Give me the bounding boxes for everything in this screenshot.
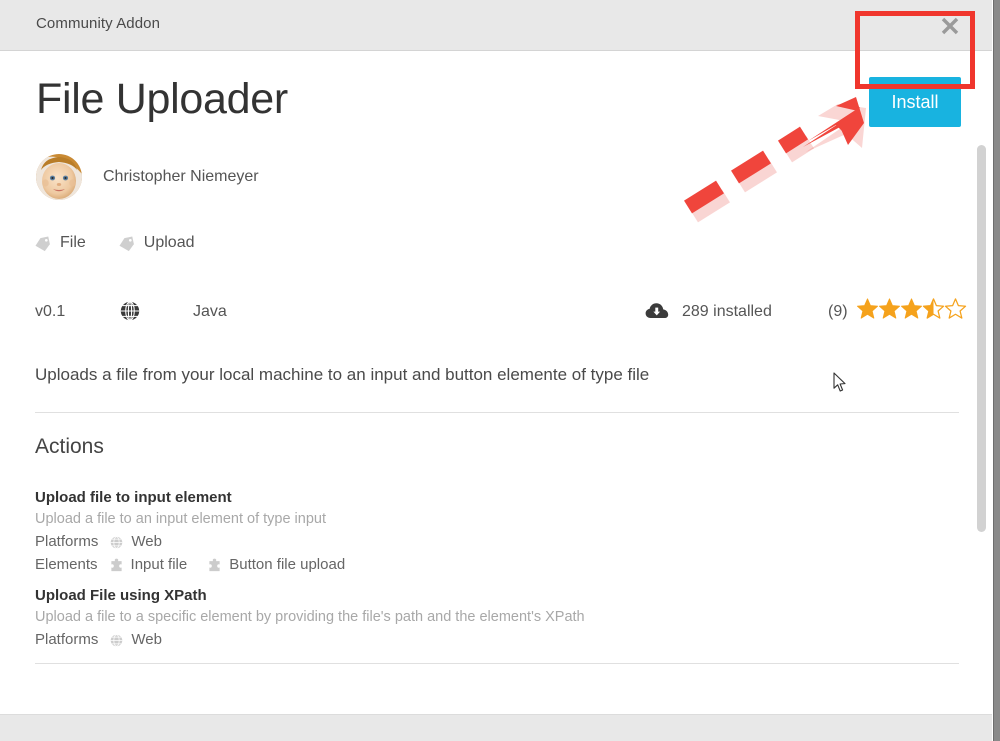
window-right-border — [993, 0, 1000, 741]
puzzle-piece-icon — [109, 557, 124, 572]
attribute-items: Web — [109, 531, 182, 553]
element-button-file-upload: Button file upload — [207, 554, 345, 576]
rating-count: (9) — [828, 303, 848, 320]
globe-icon — [109, 632, 124, 648]
star-icon-half — [922, 297, 945, 320]
star-icon-full — [856, 297, 879, 320]
version-label: v0.1 — [35, 303, 66, 320]
addon-description: Uploads a file from your local machine t… — [35, 365, 650, 384]
dialog-footer — [0, 714, 994, 741]
globe-icon — [109, 534, 124, 549]
attribute-label: Input file — [130, 555, 188, 573]
star-icon-full — [878, 297, 901, 320]
install-button-wrapper: Install — [869, 77, 961, 127]
tag-file[interactable]: File — [34, 234, 86, 252]
action-platforms-row: Platforms Web — [35, 531, 955, 553]
addon-detail-content: File Uploader Install Christopher Niemey… — [0, 52, 994, 714]
star-icon-empty — [944, 297, 967, 320]
author-name: Christopher Niemeyer — [103, 168, 259, 185]
action-item: Upload file to input element Upload a fi… — [35, 487, 955, 575]
tag-list: File Upload — [34, 234, 226, 252]
platform-web: Web — [109, 629, 162, 651]
platform-web: Web — [109, 531, 162, 553]
dialog-title: Community Addon — [36, 15, 161, 32]
action-item: Upload File using XPath Upload a file to… — [35, 585, 955, 651]
actions-list: Upload file to input element Upload a fi… — [35, 487, 955, 661]
attribute-label: Button file upload — [229, 555, 346, 573]
section-divider — [35, 412, 959, 413]
install-button[interactable]: Install — [869, 77, 961, 127]
cloud-download-icon — [645, 301, 669, 321]
tag-icon — [34, 235, 51, 252]
close-icon[interactable] — [936, 12, 964, 40]
vertical-scrollbar-thumb[interactable] — [977, 145, 986, 532]
language-label: Java — [193, 303, 227, 320]
actions-heading: Actions — [35, 435, 104, 458]
author-row: Christopher Niemeyer — [36, 154, 259, 200]
star-icon-full — [900, 297, 923, 320]
page-title: File Uploader — [36, 75, 288, 123]
action-platforms-row: Platforms Web — [35, 629, 955, 651]
action-title: Upload file to input element — [35, 489, 232, 506]
rating-stars[interactable] — [856, 297, 967, 320]
attribute-name: Platforms — [35, 532, 99, 550]
tag-label: Upload — [143, 234, 195, 251]
action-elements-row: Elements Input file Button file upload — [35, 554, 955, 576]
attribute-name: Elements — [35, 555, 98, 573]
action-description: Upload a file to an input element of typ… — [35, 510, 326, 527]
element-input-file: Input file — [109, 554, 188, 576]
avatar — [36, 154, 82, 200]
tag-label: File — [60, 234, 86, 251]
community-addon-dialog: Community Addon File Uploader Install Ch… — [0, 0, 1000, 741]
tag-icon — [118, 235, 135, 252]
attribute-name: Platforms — [35, 631, 99, 649]
attribute-items: Input file Button file upload — [109, 554, 366, 576]
section-divider — [35, 663, 959, 664]
attribute-label: Web — [131, 631, 162, 649]
attribute-items: Web — [109, 629, 182, 651]
mouse-cursor — [833, 372, 849, 394]
action-description: Upload a file to a specific element by p… — [35, 609, 585, 626]
addon-meta-row: v0.1 Java 289 installed (9) — [0, 297, 994, 331]
globe-icon — [118, 299, 142, 323]
action-title: Upload File using XPath — [35, 587, 207, 605]
installs-count: 289 installed — [682, 303, 772, 320]
dialog-titlebar: Community Addon — [0, 0, 994, 51]
puzzle-piece-icon — [207, 557, 222, 572]
tag-upload[interactable]: Upload — [118, 234, 195, 252]
attribute-label: Web — [131, 532, 162, 550]
